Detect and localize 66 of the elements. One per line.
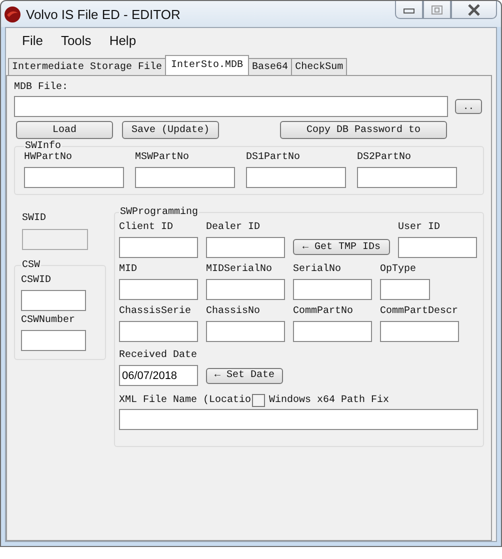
close-button[interactable]	[451, 1, 497, 19]
window-title: Volvo IS File ED - EDITOR	[26, 6, 180, 22]
mdb-file-label: MDB File:	[14, 82, 70, 94]
action-button[interactable]: Load	[16, 121, 113, 139]
field-label: Client ID	[119, 222, 174, 234]
input-field[interactable]	[206, 279, 285, 300]
mdb-file-field[interactable]	[14, 96, 448, 117]
field-label: Received Date	[119, 350, 198, 362]
minimize-icon	[403, 6, 415, 14]
group-title: SWInfo	[24, 141, 62, 152]
field-label: DS2PartNo	[357, 152, 412, 164]
action-button[interactable]: Copy DB Password to	[280, 121, 447, 139]
menu-item[interactable]: File	[13, 32, 52, 48]
field-label: MSWPartNo	[135, 152, 190, 164]
field-label: CommPartNo	[293, 306, 354, 318]
field-label: HWPartNo	[24, 152, 74, 164]
group-title: CSW	[21, 260, 42, 271]
maximize-icon	[431, 4, 443, 14]
field-label: SWID	[22, 213, 48, 225]
field-label: User ID	[398, 222, 442, 234]
input-field[interactable]	[119, 237, 198, 258]
field-label: XML File Name (Locatio	[119, 394, 252, 406]
browse-button[interactable]: ..	[455, 99, 482, 114]
field-label: ChassisSerie	[119, 306, 192, 318]
field-label: CSWNumber	[21, 315, 76, 327]
close-icon	[467, 4, 481, 16]
set-date-button[interactable]: ← Set Date	[206, 368, 283, 384]
input-field[interactable]	[293, 279, 372, 300]
field-label: MIDSerialNo	[206, 264, 274, 276]
input-field[interactable]	[357, 167, 457, 188]
field-label: CommPartDescr	[380, 306, 459, 318]
field-label: CSWID	[21, 275, 52, 287]
input-field[interactable]	[206, 321, 285, 342]
input-field[interactable]	[119, 321, 198, 342]
field-label: DS1PartNo	[246, 152, 302, 164]
tab[interactable]: Base64	[248, 58, 292, 75]
input-field[interactable]	[380, 279, 430, 300]
input-field[interactable]	[398, 237, 477, 258]
field-label: ChassisNo	[206, 306, 262, 318]
get-ids-button[interactable]: ← Get TMP IDs	[293, 239, 390, 255]
group-title: SWProgramming	[119, 207, 200, 218]
checkbox[interactable]	[252, 394, 266, 407]
input-field[interactable]	[21, 330, 86, 351]
tab[interactable]: CheckSum	[291, 58, 348, 75]
xml-file-field[interactable]	[119, 409, 478, 430]
field-label: OpType	[380, 264, 418, 276]
date-field[interactable]: 06/07/2018	[119, 365, 198, 386]
menu-item[interactable]: Help	[100, 32, 146, 48]
checkbox-label: Windows x64 Path Fix	[269, 394, 390, 406]
input-field[interactable]	[206, 237, 285, 258]
field-label: MID	[119, 264, 138, 276]
field-label: Dealer ID	[206, 222, 262, 234]
tab[interactable]: InterSto.MDB	[165, 55, 250, 75]
minimize-button[interactable]	[395, 1, 423, 19]
menu-item[interactable]: Tools	[52, 32, 100, 48]
tab[interactable]: Intermediate Storage File	[8, 58, 166, 75]
input-field[interactable]	[380, 321, 459, 342]
app-logo-icon	[4, 6, 21, 22]
input-field[interactable]	[24, 167, 124, 188]
input-field[interactable]	[21, 290, 86, 311]
input-field[interactable]	[119, 279, 198, 300]
field-label: SerialNo	[293, 264, 342, 276]
action-button[interactable]: Save (Update)	[122, 121, 219, 139]
input-field[interactable]	[246, 167, 346, 188]
input-field[interactable]	[293, 321, 372, 342]
input-field[interactable]	[135, 167, 235, 188]
